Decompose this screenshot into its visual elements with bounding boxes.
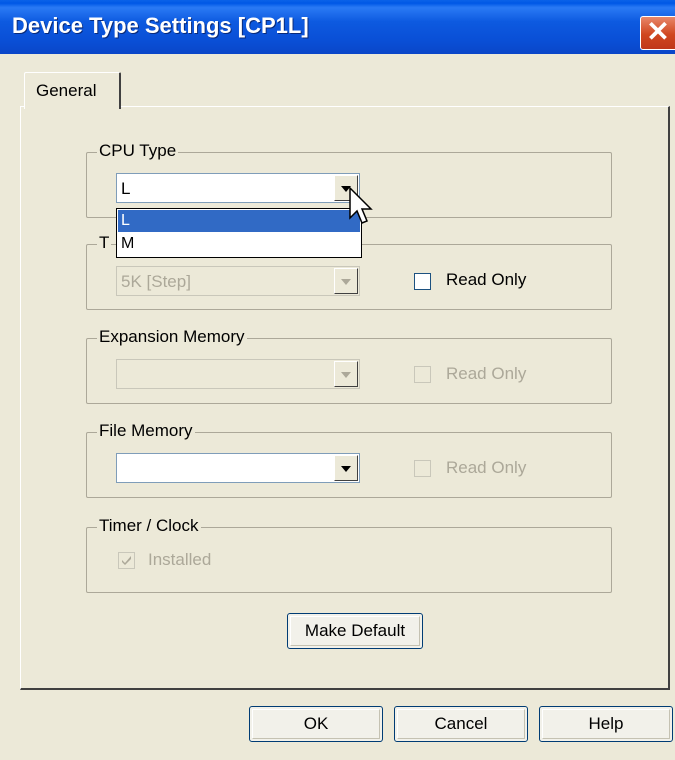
expansion-memory-dropdown-arrow-icon[interactable] <box>334 361 358 387</box>
program-area-read-only-checkbox[interactable] <box>414 273 431 290</box>
file-memory-read-only-checkbox[interactable] <box>414 460 431 477</box>
close-button[interactable]: ✕ <box>640 16 675 50</box>
cpu-type-dropdown-list[interactable]: L M <box>116 208 362 258</box>
program-area-dropdown-arrow-icon[interactable] <box>334 268 358 294</box>
expansion-memory-combo[interactable] <box>116 359 360 389</box>
make-default-label: Make Default <box>304 621 406 640</box>
file-memory-combo[interactable] <box>116 453 360 483</box>
tab-general[interactable]: General <box>24 72 121 109</box>
file-memory-dropdown-arrow-icon[interactable] <box>334 455 358 481</box>
expansion-memory-read-only-checkbox[interactable] <box>414 366 431 383</box>
window-title: Device Type Settings [CP1L] <box>12 13 309 38</box>
program-area-group-label: T <box>97 233 112 253</box>
help-button[interactable]: Help <box>539 706 673 742</box>
title-bar[interactable]: Device Type Settings [CP1L] ✕ <box>0 0 675 54</box>
cpu-type-option-l[interactable]: L <box>118 210 360 232</box>
cpu-type-combo[interactable]: L <box>116 173 360 203</box>
installed-checkbox[interactable] <box>118 552 135 569</box>
cpu-type-group-label: CPU Type <box>97 141 179 161</box>
installed-label: Installed <box>148 550 212 569</box>
cpu-type-value: L <box>121 179 131 198</box>
file-memory-group-label: File Memory <box>97 421 195 441</box>
close-icon: ✕ <box>646 16 670 47</box>
cancel-label: Cancel <box>434 714 488 733</box>
cancel-button[interactable]: Cancel <box>394 706 528 742</box>
tab-general-label: General <box>36 81 97 100</box>
mouse-cursor-icon <box>349 186 373 224</box>
cpu-type-option-m[interactable]: M <box>118 233 360 255</box>
file-memory-read-only-label: Read Only <box>446 458 527 477</box>
expansion-memory-read-only-label: Read Only <box>446 364 527 383</box>
program-area-value: 5K [Step] <box>121 272 191 291</box>
expansion-memory-group-label: Expansion Memory <box>97 327 247 347</box>
help-label: Help <box>588 714 624 733</box>
program-area-combo[interactable]: 5K [Step] <box>116 266 360 296</box>
ok-label: OK <box>303 714 329 733</box>
ok-button[interactable]: OK <box>249 706 383 742</box>
make-default-button[interactable]: Make Default <box>287 613 423 649</box>
program-area-read-only-label: Read Only <box>446 270 527 289</box>
timer-clock-group-label: Timer / Clock <box>97 516 201 536</box>
checkmark-icon <box>122 556 131 565</box>
